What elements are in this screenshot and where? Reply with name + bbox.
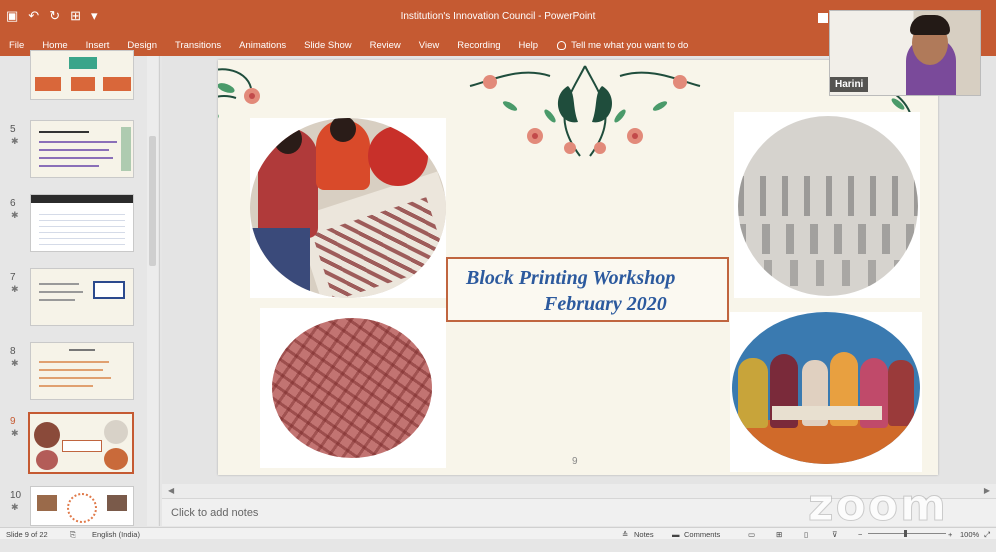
slideshow-view-icon[interactable]: ⊽ xyxy=(832,530,838,539)
animation-star-icon: ✱ xyxy=(11,428,19,438)
zoom-watermark: zoom xyxy=(808,480,948,532)
slide-title-box[interactable]: Block Printing Workshop February 2020 xyxy=(446,257,729,322)
slide-canvas[interactable]: Block Printing Workshop February 2020 9 xyxy=(218,60,938,475)
thumbnail-image[interactable] xyxy=(30,120,134,178)
thumbnail-image[interactable] xyxy=(30,268,134,326)
reading-view-icon[interactable]: ▯ xyxy=(804,530,808,539)
scrollbar-thumb[interactable] xyxy=(149,136,156,266)
tab-slide-show[interactable]: Slide Show xyxy=(295,40,361,51)
thumbnail-slide-10[interactable]: 10 ✱ xyxy=(0,486,150,552)
floral-decoration-center xyxy=(469,65,701,157)
thumbnail-image[interactable] xyxy=(30,486,134,526)
participant-hair xyxy=(910,15,950,35)
animation-star-icon: ✱ xyxy=(11,210,19,220)
notes-button[interactable]: Notes xyxy=(634,530,654,539)
thumbnail-number: 6 xyxy=(10,198,16,209)
notes-icon[interactable]: ≙ xyxy=(622,530,628,539)
thumbnail-number: 7 xyxy=(10,272,16,283)
animation-star-icon: ✱ xyxy=(11,358,19,368)
comments-icon[interactable]: ▬ xyxy=(672,530,680,539)
thumbnail-number: 10 xyxy=(10,490,22,501)
tab-review[interactable]: Review xyxy=(361,40,410,51)
slide-sorter-icon[interactable]: ⊞ xyxy=(776,530,782,539)
animation-star-icon: ✱ xyxy=(11,502,19,512)
comments-button[interactable]: Comments xyxy=(684,530,720,539)
thumbnail-image-selected[interactable] xyxy=(28,412,134,474)
slide-thumbnail-pane: 5 ✱ 6 ✱ 7 ✱ 8 ✱ 9 ✱ 10 ✱ xyxy=(0,50,160,526)
thumbnail-scrollbar[interactable] xyxy=(147,56,158,526)
tab-insert[interactable]: Insert xyxy=(77,40,119,51)
slide-subtitle: February 2020 xyxy=(544,293,667,315)
normal-view-icon[interactable]: ▭ xyxy=(748,530,755,539)
photo-printed-fabric-white xyxy=(738,116,918,296)
tab-help[interactable]: Help xyxy=(510,40,548,51)
notes-placeholder: Click to add notes xyxy=(171,507,259,519)
photo-frame-fabric-red[interactable] xyxy=(260,308,446,468)
tab-view[interactable]: View xyxy=(410,40,448,51)
photo-frame-fabric-white[interactable] xyxy=(734,112,920,298)
thumbnail-slide-5[interactable]: 5 ✱ xyxy=(0,120,150,186)
slide-title: Block Printing Workshop xyxy=(466,267,676,289)
photo-group-participants xyxy=(732,312,920,464)
zoom-out-icon[interactable]: − xyxy=(858,530,862,539)
scroll-right-icon[interactable]: ▶ xyxy=(984,486,990,495)
status-bar: Slide 9 of 22 ⎘ English (India) ≙ Notes … xyxy=(0,527,996,539)
scroll-left-icon[interactable]: ◀ xyxy=(168,486,174,495)
tab-design[interactable]: Design xyxy=(118,40,166,51)
tell-me-search[interactable]: Tell me what you want to do xyxy=(547,40,688,51)
slide-counter: Slide 9 of 22 xyxy=(6,530,48,539)
tab-transitions[interactable]: Transitions xyxy=(166,40,230,51)
animation-star-icon: ✱ xyxy=(11,136,19,146)
tab-recording[interactable]: Recording xyxy=(448,40,509,51)
video-tile[interactable]: Harini xyxy=(829,10,981,96)
zoom-slider[interactable] xyxy=(868,533,946,534)
thumbnail-image[interactable] xyxy=(30,50,134,100)
photo-frame-group[interactable] xyxy=(730,312,922,472)
tab-animations[interactable]: Animations xyxy=(230,40,295,51)
window-control-icon[interactable] xyxy=(818,13,828,23)
thumbnail-slide-7[interactable]: 7 ✱ xyxy=(0,268,150,334)
slide-number: 9 xyxy=(572,456,578,467)
thumbnail-slide-8[interactable]: 8 ✱ xyxy=(0,342,150,408)
thumbnail-slide-6[interactable]: 6 ✱ xyxy=(0,194,150,260)
language-indicator[interactable]: English (India) xyxy=(92,530,140,539)
thumbnail-number: 5 xyxy=(10,124,16,135)
tab-file[interactable]: File xyxy=(0,40,33,51)
lightbulb-icon xyxy=(557,40,567,50)
tab-home[interactable]: Home xyxy=(33,40,76,51)
zoom-slider-handle[interactable] xyxy=(904,530,907,537)
zoom-level[interactable]: 100% xyxy=(960,530,979,539)
thumbnail-number: 8 xyxy=(10,346,16,357)
thumbnail-number: 9 xyxy=(10,416,16,427)
thumbnail-slide-4[interactable] xyxy=(0,50,150,116)
participant-name: Harini xyxy=(830,77,869,92)
photo-frame-students[interactable] xyxy=(250,118,446,298)
tell-me-label: Tell me what you want to do xyxy=(571,39,689,51)
animation-star-icon: ✱ xyxy=(11,284,19,294)
thumbnail-image[interactable] xyxy=(30,194,134,252)
photo-students-printing xyxy=(250,118,446,298)
thumbnail-image[interactable] xyxy=(30,342,134,400)
photo-printed-fabric-red xyxy=(272,318,432,458)
zoom-in-icon[interactable]: + xyxy=(948,530,952,539)
slide-editor: Block Printing Workshop February 2020 9 xyxy=(162,56,996,484)
thumbnail-slide-9[interactable]: 9 ✱ xyxy=(0,412,150,478)
